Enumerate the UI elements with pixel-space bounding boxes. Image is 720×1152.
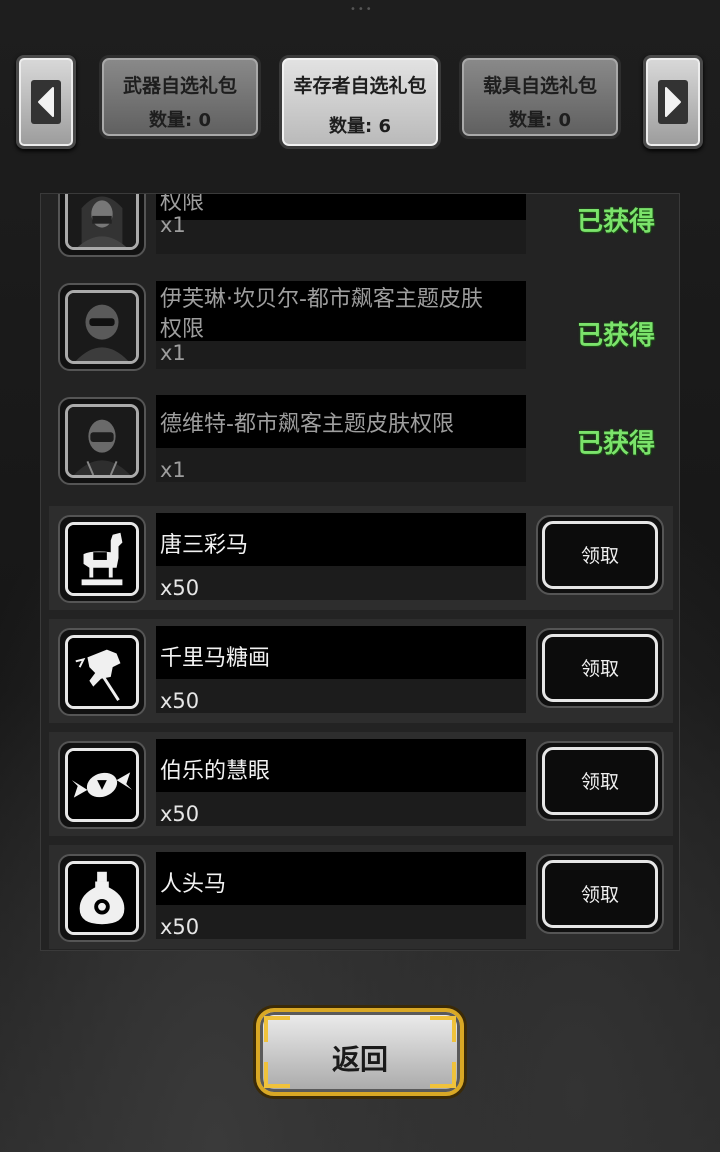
item-name: 伯乐的慧眼 — [160, 759, 271, 784]
horse-candy-icon — [58, 628, 146, 716]
claim-button[interactable]: 领取 — [536, 741, 664, 821]
item-name: 人头马 — [160, 872, 227, 897]
item-name: 千里马糖画 — [160, 646, 271, 671]
item-name: 伊芙琳·坎贝尔-都市飙客主题皮肤 — [160, 287, 483, 312]
item-quantity: x1 — [160, 341, 186, 365]
masked-woman-portrait-icon — [58, 194, 146, 257]
candy-icon — [58, 741, 146, 829]
item-quantity: x50 — [160, 802, 200, 826]
claim-button[interactable]: 领取 — [536, 515, 664, 595]
back-button[interactable]: 返回 — [256, 1008, 464, 1096]
obtained-status: 已获得 — [577, 207, 656, 237]
masked-man-portrait-icon — [58, 397, 146, 485]
claim-button-label: 领取 — [542, 521, 658, 589]
back-button-label: 返回 — [331, 1043, 388, 1076]
tab-label: 幸存者自选礼包 — [293, 75, 427, 97]
helmet-rider-portrait-icon — [58, 283, 146, 371]
reward-list[interactable]: 权限 x1 已获得 伊芙琳·坎贝尔-都市飙客主题皮肤 权限 x1 已获得 德维特… — [40, 193, 680, 951]
list-item: 德维特-都市飙客主题皮肤权限 x1 已获得 — [49, 388, 673, 492]
tab-count: 数量: 6 — [329, 116, 391, 137]
list-item: 权限 x1 已获得 — [49, 194, 673, 264]
claim-button-label: 领取 — [542, 634, 658, 702]
tab-count: 数量: 0 — [509, 110, 571, 131]
list-item: 伯乐的慧眼 x50 领取 — [49, 732, 673, 836]
item-name: 唐三彩马 — [160, 533, 249, 558]
item-quantity: x50 — [160, 576, 200, 600]
obtained-status: 已获得 — [577, 321, 656, 351]
tab-vehicle-pack[interactable]: 载具自选礼包 数量: 0 — [459, 55, 621, 139]
claim-button[interactable]: 领取 — [536, 628, 664, 708]
tab-count: 数量: 0 — [149, 110, 211, 131]
drag-handle: ••• — [350, 4, 374, 15]
tab-label: 载具自选礼包 — [482, 75, 597, 97]
claim-button-label: 领取 — [542, 747, 658, 815]
obtained-status: 已获得 — [577, 429, 656, 459]
prev-tab-button[interactable] — [16, 55, 76, 149]
arrow-right-icon — [658, 80, 688, 124]
list-item: 唐三彩马 x50 领取 — [49, 506, 673, 610]
item-name-line2: 权限 — [160, 317, 205, 342]
arrow-left-icon — [31, 80, 61, 124]
claim-button[interactable]: 领取 — [536, 854, 664, 934]
tab-weapon-pack[interactable]: 武器自选礼包 数量: 0 — [99, 55, 261, 139]
claim-button-label: 领取 — [542, 860, 658, 928]
bottle-icon — [58, 854, 146, 942]
list-item: 伊芙琳·坎贝尔-都市飙客主题皮肤 权限 x1 已获得 — [49, 274, 673, 378]
tab-label: 武器自选礼包 — [122, 75, 237, 97]
item-quantity: x50 — [160, 915, 200, 939]
tab-survivor-pack[interactable]: 幸存者自选礼包 数量: 6 — [279, 55, 441, 149]
item-quantity: x1 — [160, 213, 186, 237]
list-item: 千里马糖画 x50 领取 — [49, 619, 673, 723]
list-item: 人头马 x50 领取 — [49, 845, 673, 949]
item-quantity: x1 — [160, 458, 186, 482]
item-name: 德维特-都市飙客主题皮肤权限 — [160, 412, 454, 437]
item-quantity: x50 — [160, 689, 200, 713]
next-tab-button[interactable] — [643, 55, 703, 149]
tang-horse-icon — [58, 515, 146, 603]
